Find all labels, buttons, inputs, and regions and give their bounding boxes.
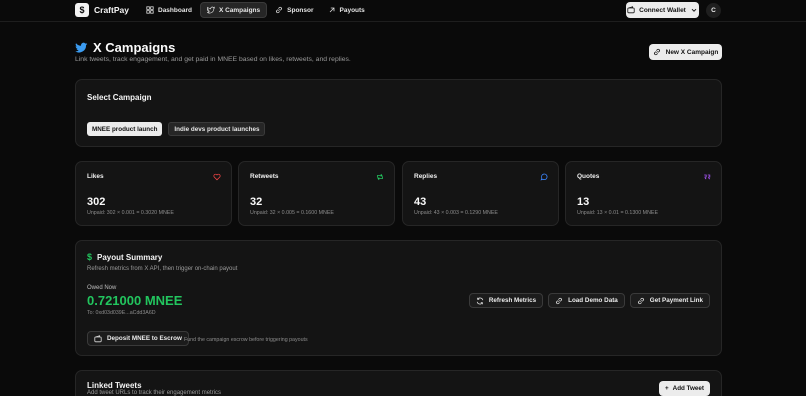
linked-tweets-title: Linked Tweets — [87, 381, 142, 390]
metric-label: Replies — [414, 173, 438, 180]
metric-card-replies: Replies 43 Unpaid: 43 × 0.003 = 0.1290 M… — [402, 161, 559, 226]
owed-now-label: Owed Now — [87, 285, 117, 291]
new-campaign-label: New X Campaign — [665, 48, 719, 56]
link-icon — [276, 6, 283, 14]
campaign-list: MNEE product launch Indie devs product l… — [87, 122, 266, 136]
metric-note: Unpaid: 32 × 0.005 = 0.1600 MNEE — [250, 210, 334, 216]
add-tweet-button[interactable]: + Add Tweet — [659, 381, 710, 396]
payout-title-row: $ Payout Summary — [87, 252, 162, 262]
page-title-row: X Campaigns — [75, 40, 175, 55]
metric-label: Likes — [87, 173, 104, 180]
metric-value: 13 — [577, 196, 590, 208]
owed-now-value: 0.721000 MNEE — [87, 293, 183, 308]
connect-wallet-label: Connect Wallet — [639, 6, 686, 14]
linked-tweets-description: Add tweet URLs to track their engagement… — [87, 390, 222, 396]
link-icon — [653, 48, 660, 56]
refresh-icon — [476, 297, 484, 304]
link-icon — [556, 297, 563, 304]
twitter-bird-icon — [75, 42, 88, 53]
payout-recipient-address: To: 0xd03d039E...aCdd3A6D — [87, 310, 156, 316]
load-demo-data-button[interactable]: Load Demo Data — [548, 293, 625, 308]
nav-dashboard[interactable]: Dashboard — [140, 2, 198, 18]
reply-icon — [540, 173, 548, 181]
top-nav: $ CraftPay Dashboard X Campaigns Sponsor… — [0, 0, 806, 22]
get-payment-link-label: Get Payment Link — [649, 297, 703, 304]
load-demo-data-label: Load Demo Data — [568, 297, 618, 304]
retweet-icon — [377, 173, 383, 181]
campaign-mnee-launch[interactable]: MNEE product launch — [87, 122, 163, 136]
payout-title: Payout Summary — [97, 252, 163, 262]
wallet-icon — [94, 334, 102, 342]
link-icon — [637, 297, 644, 304]
payout-actions: Refresh Metrics Load Demo Data Get Payme… — [468, 293, 710, 308]
add-tweet-label: Add Tweet — [672, 385, 705, 392]
select-campaign-card: Select Campaign MNEE product launch Indi… — [75, 79, 722, 147]
metric-note: Unpaid: 302 × 0.001 = 0.3020 MNEE — [87, 210, 174, 216]
metric-note: Unpaid: 13 × 0.01 = 0.1300 MNEE — [577, 210, 658, 216]
connect-wallet-button[interactable]: Connect Wallet — [626, 2, 699, 18]
payout-summary-card: $ Payout Summary Refresh metrics from X … — [75, 240, 722, 356]
get-payment-link-button[interactable]: Get Payment Link — [629, 293, 710, 308]
linked-tweets-card: Linked Tweets Add tweet URLs to track th… — [75, 370, 722, 396]
metric-note: Unpaid: 43 × 0.003 = 0.1290 MNEE — [414, 210, 498, 216]
dashboard-icon — [146, 6, 154, 14]
logo-dollar-icon: $ — [75, 3, 89, 17]
nav-x-campaigns[interactable]: X Campaigns — [199, 2, 268, 18]
metric-value: 32 — [250, 196, 263, 208]
campaign-indie-devs[interactable]: Indie devs product launches — [168, 122, 266, 136]
nav-x-campaigns-label: X Campaigns — [218, 6, 261, 14]
metric-label: Retweets — [250, 173, 279, 180]
metric-card-retweets: Retweets 32 Unpaid: 32 × 0.005 = 0.1600 … — [238, 161, 395, 226]
page-title: X Campaigns — [93, 40, 176, 55]
metric-value: 302 — [87, 196, 106, 208]
user-avatar[interactable]: C — [706, 3, 721, 18]
metric-label: Quotes — [577, 173, 600, 180]
metric-card-likes: Likes 302 Unpaid: 302 × 0.001 = 0.3020 M… — [75, 161, 232, 226]
refresh-metrics-button[interactable]: Refresh Metrics — [468, 293, 544, 308]
nav-payouts[interactable]: Payouts — [322, 2, 371, 18]
arrow-up-right-icon — [329, 7, 334, 13]
nav-sponsor-label: Sponsor — [287, 6, 314, 14]
heart-icon — [213, 173, 221, 181]
wallet-icon — [627, 6, 635, 14]
refresh-metrics-label: Refresh Metrics — [488, 297, 537, 304]
metric-value: 43 — [414, 196, 427, 208]
app-name: CraftPay — [94, 5, 129, 15]
deposit-hint: Fund the campaign escrow before triggeri… — [184, 337, 308, 343]
app-logo[interactable]: $ CraftPay — [75, 3, 129, 17]
metric-card-quotes: Quotes 13 Unpaid: 13 × 0.01 = 0.1300 MNE… — [565, 161, 722, 226]
nav-sponsor[interactable]: Sponsor — [269, 2, 319, 18]
dollar-icon: $ — [87, 252, 93, 262]
quote-icon — [704, 174, 711, 180]
page-subtitle: Link tweets, track engagement, and get p… — [75, 56, 351, 63]
deposit-escrow-button[interactable]: Deposit MNEE to Escrow — [87, 331, 189, 346]
chevron-down-icon — [691, 8, 697, 12]
nav-links: Dashboard X Campaigns Sponsor Payouts — [140, 2, 371, 18]
new-campaign-button[interactable]: New X Campaign — [649, 44, 722, 60]
select-campaign-title: Select Campaign — [87, 93, 152, 102]
nav-payouts-label: Payouts — [339, 6, 365, 14]
deposit-escrow-label: Deposit MNEE to Escrow — [107, 335, 182, 342]
plus-icon: + — [664, 385, 669, 392]
twitter-icon — [206, 6, 215, 14]
payout-description: Refresh metrics from X API, then trigger… — [87, 266, 238, 272]
nav-dashboard-label: Dashboard — [158, 6, 192, 14]
